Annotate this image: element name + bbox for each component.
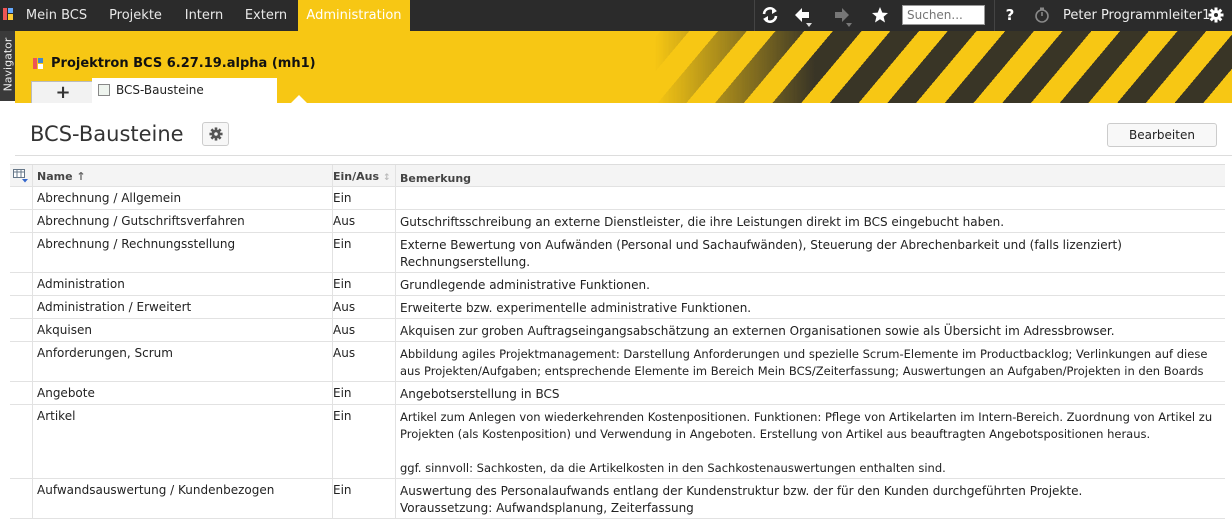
cell-name: Administration xyxy=(37,277,125,291)
cell-status: Ein xyxy=(333,277,352,291)
cell-status: Aus xyxy=(333,323,356,337)
nav-extern[interactable]: Extern xyxy=(235,0,297,31)
cell-remark: Auswertung des Personalaufwands entlang … xyxy=(400,484,1083,515)
forward-button[interactable] xyxy=(826,0,858,31)
plus-icon: + xyxy=(55,82,71,103)
gear-icon xyxy=(1208,7,1224,23)
back-arrow-icon xyxy=(795,8,809,22)
refresh-button[interactable] xyxy=(754,0,786,31)
modules-table: Name ↑ Ein/Aus ↕ Bemerkung Abrechnung / … xyxy=(10,164,1225,519)
cell-name: Anforderungen, Scrum xyxy=(37,346,173,360)
cell-status: Aus xyxy=(333,346,356,360)
column-chooser-icon xyxy=(13,169,28,183)
table-row[interactable]: Aufwandsauswertung / Kundenbezogen Ein A… xyxy=(10,479,1225,519)
navigator-label: Navigator xyxy=(1,37,15,92)
cell-name: Abrechnung / Rechnungsstellung xyxy=(37,237,236,251)
column-chooser[interactable] xyxy=(10,165,33,186)
app-logo-icon xyxy=(33,58,43,69)
column-header-status-label: Ein/Aus xyxy=(333,170,380,183)
tab-notch xyxy=(291,95,307,103)
nav-intern[interactable]: Intern xyxy=(174,0,234,31)
cell-name: Artikel xyxy=(37,409,76,423)
gear-icon xyxy=(208,127,223,141)
cell-remark: Artikel zum Anlegen von wiederkehrenden … xyxy=(400,410,1213,475)
forward-arrow-icon xyxy=(835,8,849,22)
cell-remark: Erweiterte bzw. experimentelle administr… xyxy=(400,301,752,315)
cell-remark: Akquisen zur groben Auftragseingangsabsc… xyxy=(400,324,1115,338)
page-settings-button[interactable] xyxy=(202,122,229,146)
star-icon xyxy=(872,7,888,23)
app-logo-icon xyxy=(3,8,13,20)
cell-name: Administration / Erweitert xyxy=(37,300,192,314)
app-header: Projektron BCS 6.27.19.alpha (mh1) + BCS… xyxy=(15,31,1232,103)
settings-button[interactable] xyxy=(1200,0,1232,31)
table-row[interactable]: Abrechnung / Rechnungsstellung Ein Exter… xyxy=(10,233,1225,273)
navigator-toggle[interactable]: Navigator xyxy=(0,31,15,101)
cell-remark: Gutschriftsschreibung an externe Dienstl… xyxy=(400,215,1005,229)
column-header-status[interactable]: Ein/Aus ↕ xyxy=(333,170,393,183)
cell-name: Akquisen xyxy=(37,323,92,337)
cell-name: Abrechnung / Gutschriftsverfahren xyxy=(37,214,245,228)
cell-status: Ein xyxy=(333,483,352,497)
table-row[interactable]: Artikel Ein Artikel zum Anlegen von wied… xyxy=(10,405,1225,479)
cell-status: Ein xyxy=(333,237,352,251)
cell-status: Ein xyxy=(333,409,352,423)
table-row[interactable]: Akquisen Aus Akquisen zur groben Auftrag… xyxy=(10,319,1225,342)
sort-ascending-icon: ↑ xyxy=(76,170,86,183)
timer-button[interactable] xyxy=(1026,0,1058,31)
document-icon xyxy=(98,84,110,96)
column-header-remark[interactable]: Bemerkung xyxy=(400,170,1220,187)
app-title: Projektron BCS 6.27.19.alpha (mh1) xyxy=(51,56,316,71)
user-name[interactable]: Peter Programmleiter1 xyxy=(1063,0,1210,31)
add-tab-button[interactable]: + xyxy=(31,81,95,103)
sort-icon: ↕ xyxy=(382,173,391,183)
back-button[interactable] xyxy=(786,0,818,31)
cell-remark: Grundlegende administrative Funktionen. xyxy=(400,278,650,292)
table-row[interactable]: Anforderungen, Scrum Aus Abbildung agile… xyxy=(10,342,1225,382)
table-row[interactable]: Abrechnung / Gutschriftsverfahren Aus Gu… xyxy=(10,210,1225,233)
help-icon: ? xyxy=(1005,6,1015,24)
table-row[interactable]: Administration / Erweitert Aus Erweitert… xyxy=(10,296,1225,319)
timer-icon xyxy=(1035,7,1049,23)
cell-status: Aus xyxy=(333,214,356,228)
column-header-name-label: Name xyxy=(37,170,73,183)
page-header: BCS-Bausteine Bearbeiten xyxy=(15,103,1232,156)
favorites-button[interactable] xyxy=(864,0,896,31)
help-button[interactable]: ? xyxy=(994,0,1026,31)
table-row[interactable]: Angebote Ein Angebotserstellung in BCS xyxy=(10,382,1225,405)
cell-name: Angebote xyxy=(37,386,95,400)
cell-status: Ein xyxy=(333,191,352,205)
cell-status: Aus xyxy=(333,300,356,314)
table-row[interactable]: Abrechnung / Allgemein Ein xyxy=(10,187,1225,210)
page-title: BCS-Bausteine xyxy=(30,122,184,146)
edit-button[interactable]: Bearbeiten xyxy=(1107,123,1217,147)
hazard-stripes xyxy=(655,31,1232,103)
cell-remark: Abbildung agiles Projektmanagement: Dars… xyxy=(400,347,1208,378)
cell-status: Ein xyxy=(333,386,352,400)
cell-remark: Externe Bewertung von Aufwänden (Persona… xyxy=(400,238,1122,269)
nav-projekte[interactable]: Projekte xyxy=(98,0,173,31)
search-input[interactable] xyxy=(902,5,985,25)
tab-bcs-bausteine[interactable]: BCS-Bausteine xyxy=(92,78,277,103)
table-row[interactable]: Administration Ein Grundlegende administ… xyxy=(10,273,1225,296)
top-navigation-bar: Mein BCS Projekte Intern Extern Administ… xyxy=(0,0,1232,31)
cell-remark: Angebotserstellung in BCS xyxy=(400,387,560,401)
refresh-icon xyxy=(762,7,778,23)
table-header: Name ↑ Ein/Aus ↕ Bemerkung xyxy=(10,164,1225,187)
nav-administration[interactable]: Administration xyxy=(298,0,410,31)
cell-name: Abrechnung / Allgemein xyxy=(37,191,182,205)
cell-name: Aufwandsauswertung / Kundenbezogen xyxy=(37,483,275,497)
column-header-name[interactable]: Name ↑ xyxy=(37,170,327,183)
nav-mein-bcs[interactable]: Mein BCS xyxy=(17,0,96,31)
tab-label: BCS-Bausteine xyxy=(116,83,204,97)
